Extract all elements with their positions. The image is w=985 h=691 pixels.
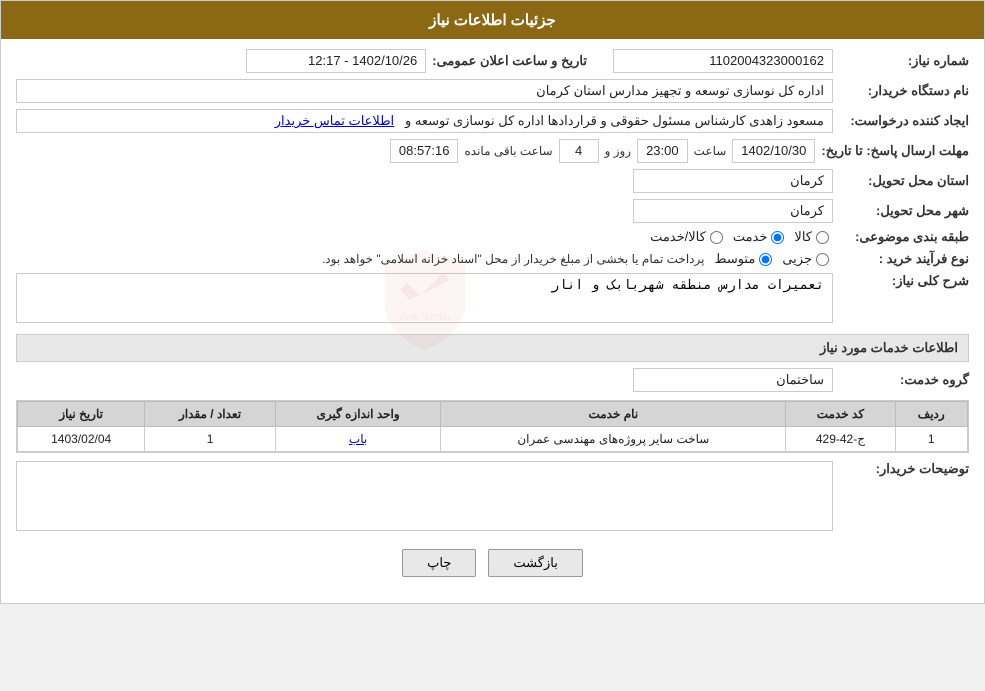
creator-link[interactable]: اطلاعات تماس خریدار (275, 113, 394, 128)
description-row: شرح کلی نیاز: Ana Tender (16, 273, 969, 326)
services-section-title: اطلاعات خدمات مورد نیاز (16, 334, 969, 362)
cell-unit[interactable]: باب (275, 427, 441, 452)
buyer-notes-textarea[interactable] (16, 461, 833, 531)
province-value: کرمان (633, 169, 833, 193)
category-row: طبقه بندی موضوعی: کالا خدمت کالا/خدمت (16, 229, 969, 245)
deadline-row: مهلت ارسال پاسخ: تا تاریخ: 1402/10/30 سا… (16, 139, 969, 163)
deadline-date: 1402/10/30 (732, 139, 815, 163)
process-radio-motavasset[interactable] (759, 253, 772, 266)
category-radio-kala-khedmat[interactable] (710, 231, 723, 244)
description-textarea[interactable] (16, 273, 833, 323)
cell-quantity: 1 (145, 427, 276, 452)
category-khedmat-label: خدمت (733, 229, 768, 245)
province-label: استان محل تحویل: (839, 173, 969, 189)
cell-date-needed: 1403/02/04 (18, 427, 145, 452)
process-motavasset-label: متوسط (714, 251, 755, 267)
creator-value: مسعود زاهدی کارشناس مسئول حقوقی و قراردا… (16, 109, 833, 133)
category-radio-kala[interactable] (816, 231, 829, 244)
col-date-needed: تاریخ نیاز (18, 402, 145, 427)
org-name-value: اداره کل نوسازی توسعه و تجهیز مدارس استا… (16, 79, 833, 103)
province-row: استان محل تحویل: کرمان (16, 169, 969, 193)
process-type-label: نوع فرآیند خرید : (839, 251, 969, 267)
org-name-label: نام دستگاه خریدار: (839, 83, 969, 99)
bottom-buttons: بازگشت چاپ (16, 537, 969, 593)
creator-name: مسعود زاهدی کارشناس مسئول حقوقی و قراردا… (405, 113, 824, 128)
service-group-value: ساختمان (633, 368, 833, 392)
buyer-notes-label: توضیحات خریدار: (839, 461, 969, 477)
print-button[interactable]: چاپ (402, 549, 476, 577)
col-service-name: نام خدمت (441, 402, 786, 427)
category-kala[interactable]: کالا (794, 229, 829, 245)
deadline-countdown-label: ساعت باقی مانده (464, 144, 552, 158)
category-kala-label: کالا (794, 229, 812, 245)
need-number-row: شماره نیاز: 1102004323000162 تاریخ و ساع… (16, 49, 969, 73)
category-kala-khedmat[interactable]: کالا/خدمت (650, 229, 723, 245)
category-radio-khedmat[interactable] (771, 231, 784, 244)
process-jozi[interactable]: جزیی (782, 251, 829, 267)
category-kala-khedmat-label: کالا/خدمت (650, 229, 706, 245)
need-number-label: شماره نیاز: (839, 53, 969, 69)
deadline-label: مهلت ارسال پاسخ: تا تاریخ: (821, 143, 969, 159)
col-quantity: تعداد / مقدار (145, 402, 276, 427)
creator-row: ایجاد کننده درخواست: مسعود زاهدی کارشناس… (16, 109, 969, 133)
process-motavasset[interactable]: متوسط (714, 251, 772, 267)
process-jozi-label: جزیی (782, 251, 812, 267)
cell-service-code: ج-42-429 (786, 427, 895, 452)
city-label: شهر محل تحویل: (839, 203, 969, 219)
page-title: جزئیات اطلاعات نیاز (429, 12, 556, 29)
services-table-wrapper: ردیف کد خدمت نام خدمت واحد اندازه گیری ت… (16, 400, 969, 453)
page-wrapper: جزئیات اطلاعات نیاز شماره نیاز: 11020043… (0, 0, 985, 604)
services-table: ردیف کد خدمت نام خدمت واحد اندازه گیری ت… (17, 401, 968, 452)
process-type-row: نوع فرآیند خرید : جزیی متوسط پرداخت تمام… (16, 251, 969, 267)
announce-datetime-value: 1402/10/26 - 12:17 (246, 49, 426, 73)
col-rownum: ردیف (895, 402, 967, 427)
service-group-row: گروه خدمت: ساختمان (16, 368, 969, 392)
main-content: شماره نیاز: 1102004323000162 تاریخ و ساع… (1, 39, 984, 603)
cell-rownum: 1 (895, 427, 967, 452)
city-value: کرمان (633, 199, 833, 223)
process-radio-jozi[interactable] (816, 253, 829, 266)
need-number-value: 1102004323000162 (613, 49, 833, 73)
city-row: شهر محل تحویل: کرمان (16, 199, 969, 223)
table-row: 1 ج-42-429 ساخت سایر پروژه‌های مهندسی عم… (18, 427, 968, 452)
col-service-code: کد خدمت (786, 402, 895, 427)
deadline-time-label: ساعت (694, 144, 727, 158)
service-group-label: گروه خدمت: (839, 372, 969, 388)
col-unit: واحد اندازه گیری (275, 402, 441, 427)
buyer-notes-row: توضیحات خریدار: (16, 461, 969, 531)
cell-service-name: ساخت سایر پروژه‌های مهندسی عمران (441, 427, 786, 452)
org-name-row: نام دستگاه خریدار: اداره کل نوسازی توسعه… (16, 79, 969, 103)
process-desc: پرداخت تمام یا بخشی از مبلغ خریدار از مح… (16, 252, 704, 266)
back-button[interactable]: بازگشت (488, 549, 582, 577)
category-label: طبقه بندی موضوعی: (839, 229, 969, 245)
description-container: Ana Tender (16, 273, 833, 326)
page-header: جزئیات اطلاعات نیاز (1, 1, 984, 39)
creator-label: ایجاد کننده درخواست: (839, 113, 969, 129)
announce-datetime-label: تاریخ و ساعت اعلان عمومی: (432, 53, 587, 69)
deadline-time: 23:00 (637, 139, 688, 163)
table-header-row: ردیف کد خدمت نام خدمت واحد اندازه گیری ت… (18, 402, 968, 427)
category-khedmat[interactable]: خدمت (733, 229, 785, 245)
deadline-countdown: 08:57:16 (390, 139, 459, 163)
deadline-days-label: روز و (605, 144, 632, 158)
description-label: شرح کلی نیاز: (839, 273, 969, 289)
deadline-days: 4 (559, 139, 599, 163)
